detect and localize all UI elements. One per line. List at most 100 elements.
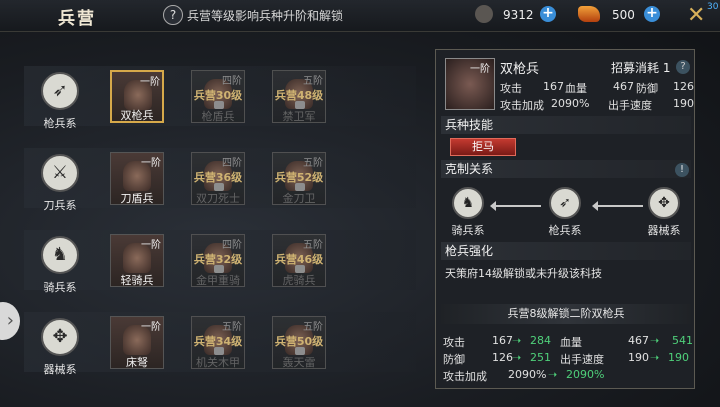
stat-label: 攻击加成: [500, 99, 544, 112]
stat-value: 190: [673, 97, 694, 110]
unit-name: 虎骑兵: [282, 274, 316, 287]
unit-tier: 四阶: [222, 240, 242, 251]
category-icon[interactable]: ♞: [41, 236, 79, 274]
strength-header: 枪兵强化: [441, 242, 691, 260]
unit-tier: 五阶: [303, 240, 323, 251]
add-soldier-button[interactable]: +: [540, 6, 556, 22]
upgrade-label: 血量: [560, 336, 582, 349]
stat-value: 2090%: [551, 97, 590, 110]
soldier-resource-icon: [475, 5, 493, 23]
relation-name: 骑兵系: [451, 224, 485, 237]
upgrade-to: 284: [530, 334, 551, 347]
unit-name: 双枪兵: [120, 109, 154, 122]
unit-card[interactable]: 五阶 兵营46级 虎骑兵: [272, 234, 326, 287]
upgrade-to: 190: [668, 351, 689, 364]
cavalry-icon: ♞: [452, 187, 484, 219]
unit-tier: 五阶: [303, 158, 323, 169]
unit-card[interactable]: 一阶双枪兵: [110, 70, 164, 123]
skills-header: 兵种技能: [441, 116, 691, 134]
unit-card[interactable]: 四阶 兵营32级 金甲重骑: [191, 234, 245, 287]
add-gold-button[interactable]: +: [644, 6, 660, 22]
soldier-count: 9312: [503, 8, 534, 22]
category-icon[interactable]: ➶: [41, 72, 79, 110]
upgrade-from: 167: [492, 334, 513, 347]
upgrade-to: 541: [672, 334, 693, 347]
upgrade-label: 出手速度: [560, 353, 604, 366]
relation-name: 枪兵系: [548, 224, 582, 237]
spear-icon: ➶: [549, 187, 581, 219]
unit-card[interactable]: 一阶 刀盾兵: [110, 152, 164, 205]
up-arrow-icon: ➝: [650, 334, 660, 347]
recruit-help-icon[interactable]: ?: [676, 60, 690, 74]
unit-name: 金刀卫: [282, 192, 316, 205]
unit-row: ➶ 枪兵系 一阶 双枪兵 四阶 兵营30级 枪盾兵 五阶 兵营48级 禁卫军: [24, 66, 416, 130]
stat-label: 攻击: [500, 82, 522, 95]
unit-tier: 一阶: [141, 240, 161, 251]
unit-tier: 五阶: [222, 322, 242, 333]
notification-badge: 30: [707, 2, 719, 12]
strength-text: 天策府14级解锁或未升级该科技: [445, 267, 602, 280]
unit-card[interactable]: 五阶 兵营50级 轰天雷: [272, 316, 326, 369]
unit-card[interactable]: 五阶 兵营34级 机关木甲: [191, 316, 245, 369]
stat-value: 467: [613, 80, 634, 93]
upgrade-to: 251: [530, 351, 551, 364]
unit-row: ✥ 器械系 一阶 床弩 五阶 兵营34级 机关木甲 五阶 兵营50级 轰天雷: [24, 312, 416, 376]
unit-tier: 一阶: [140, 77, 160, 88]
unit-row: ⚔ 刀兵系 一阶 刀盾兵 四阶 兵营36级 双刀死士 五阶 兵营52级 金刀卫: [24, 148, 416, 212]
unit-tier: 一阶: [141, 158, 161, 169]
siege-icon: ✥: [648, 187, 680, 219]
upgrade-label: 防御: [443, 353, 465, 366]
stat-value: 126: [673, 80, 694, 93]
unit-tier: 四阶: [222, 158, 242, 169]
category-icon[interactable]: ⚔: [41, 154, 79, 192]
recruit-cost: 招募消耗 1: [611, 61, 671, 75]
unit-tier: 五阶: [303, 322, 323, 333]
category-name: 枪兵系: [43, 117, 77, 130]
unit-tier: 一阶: [141, 322, 161, 333]
unlock-banner: 兵营8级解锁二阶双枪兵: [441, 304, 691, 324]
hint-text: 兵营等级影响兵种升阶和解锁: [187, 9, 344, 23]
close-icon[interactable]: ✕: [687, 3, 705, 28]
stat-label: 出手速度: [608, 99, 652, 112]
category-name: 器械系: [43, 363, 77, 376]
upgrade-from: 126: [492, 351, 513, 364]
unit-tier: 四阶: [222, 76, 242, 87]
unit-card[interactable]: 四阶 兵营30级 枪盾兵: [191, 70, 245, 123]
unit-card[interactable]: 五阶 兵营52级 金刀卫: [272, 152, 326, 205]
upgrade-to: 2090%: [566, 368, 605, 381]
page-title: 兵营: [58, 9, 96, 29]
unit-card[interactable]: 一阶床弩: [110, 316, 164, 369]
upgrade-label: 攻击: [443, 336, 465, 349]
unit-card[interactable]: 五阶 兵营48级 禁卫军: [272, 70, 326, 123]
unit-name: 床弩: [126, 356, 148, 369]
unit-name: 轻骑兵: [120, 274, 154, 287]
stat-label: 防御: [636, 82, 658, 95]
relation-name: 器械系: [647, 224, 681, 237]
unit-name: 金甲重骑: [196, 274, 240, 287]
unit-name: 机关木甲: [196, 356, 240, 369]
unit-card[interactable]: 一阶轻骑兵: [110, 234, 164, 287]
gold-count: 500: [612, 8, 635, 22]
help-icon[interactable]: ?: [163, 5, 183, 25]
upgrade-from: 190: [628, 351, 649, 364]
up-arrow-icon: ➝: [512, 334, 522, 347]
arrow-icon: [592, 201, 643, 211]
skill-button[interactable]: 拒马: [450, 138, 516, 156]
up-arrow-icon: ➝: [650, 351, 660, 364]
upgrade-label: 攻击加成: [443, 370, 487, 383]
category-icon[interactable]: ✥: [41, 318, 79, 356]
unit-tier: 一阶: [470, 64, 490, 75]
stat-value: 167: [543, 80, 564, 93]
unit-name: 禁卫军: [282, 110, 316, 123]
upgrade-from: 2090%: [508, 368, 547, 381]
info-icon[interactable]: !: [675, 163, 689, 177]
gold-icon: [578, 6, 600, 22]
category-name: 骑兵系: [43, 281, 77, 294]
unit-card[interactable]: 四阶 兵营36级 双刀死士: [191, 152, 245, 205]
unit-tier: 五阶: [303, 76, 323, 87]
up-arrow-icon: ➝: [548, 368, 558, 381]
up-arrow-icon: ➝: [512, 351, 522, 364]
unit-name: 双枪兵: [500, 62, 540, 77]
unit-name: 双刀死士: [196, 192, 240, 205]
upgrade-from: 467: [628, 334, 649, 347]
